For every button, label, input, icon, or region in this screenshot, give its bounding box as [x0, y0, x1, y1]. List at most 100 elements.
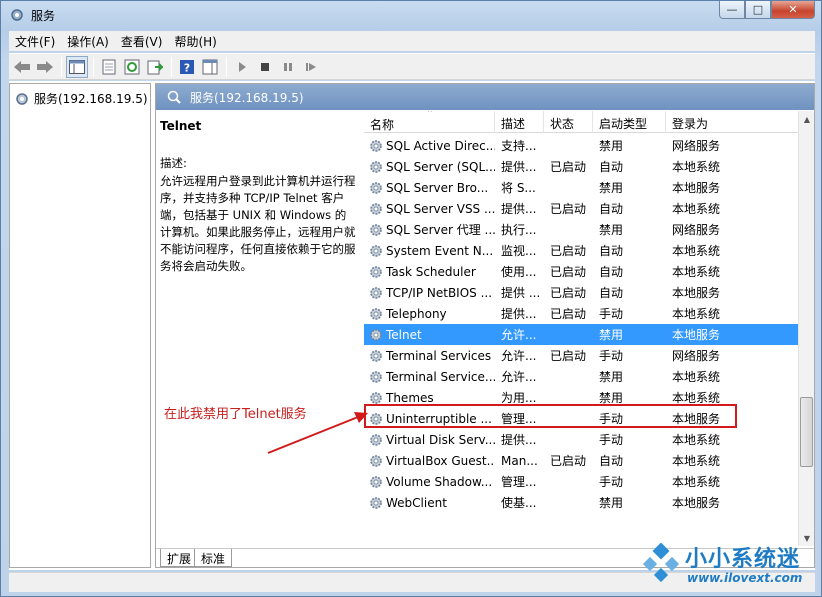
table-row[interactable]: Task Scheduler 使用... 已启动 自动 本地系统: [364, 261, 800, 282]
start-service-button[interactable]: [231, 56, 253, 78]
show-hide-tree-button[interactable]: [66, 55, 88, 78]
table-row[interactable]: Terminal Services 允许... 已启动 手动 网络服务: [364, 345, 800, 366]
service-description-cell: 管理...: [501, 475, 537, 489]
service-description-cell: 提供...: [501, 433, 537, 447]
service-status-cell: 已启动: [550, 349, 587, 363]
services-list: ⌃ 名称 描述 状态 启动类型 登录为 SQL Active Direc... 支持…: [364, 111, 814, 546]
column-header-name[interactable]: ⌃ 名称: [364, 111, 495, 133]
close-button[interactable]: ✕: [771, 1, 815, 19]
table-row[interactable]: Telnet 允许... 禁用 本地服务: [364, 324, 800, 345]
service-startup-type-cell: 手动: [599, 475, 624, 489]
table-row[interactable]: Virtual Disk Serv... 提供... 手动 本地系统: [364, 429, 800, 450]
action-pane-button[interactable]: [199, 56, 221, 78]
column-header-description[interactable]: 描述: [495, 111, 544, 133]
service-name: Task Scheduler: [386, 264, 476, 279]
service-name-cell: SQL Server VSS ...: [364, 201, 495, 217]
column-header-logon-as[interactable]: 登录为: [666, 111, 800, 133]
refresh-icon: [124, 59, 140, 74]
description-label: 描述:: [160, 156, 187, 170]
service-name: SQL Server (SQL...: [386, 159, 495, 174]
console-tree: 服务(192.168.19.5): [9, 83, 151, 568]
service-name-cell: Virtual Disk Serv...: [364, 432, 495, 448]
menu-bar: 文件(F) 操作(A) 查看(V) 帮助(H): [9, 31, 815, 51]
service-name-cell: Terminal Service...: [364, 369, 495, 385]
watermark-logo: 小小系统迷 www.ilovext.com: [641, 541, 819, 595]
service-status-cell: 已启动: [550, 244, 587, 258]
selected-service-title: Telnet: [160, 119, 202, 133]
table-row[interactable]: TCP/IP NetBIOS ... 提供 ... 已启动 自动 本地服务: [364, 282, 800, 303]
service-description-cell: 支持...: [501, 139, 537, 153]
service-name-cell: System Event N...: [364, 243, 495, 259]
service-name: Telnet: [386, 327, 422, 342]
table-row[interactable]: SQL Server Bro... 将 S... 禁用 本地服务: [364, 177, 800, 198]
service-startup-type-cell: 自动: [599, 244, 624, 258]
menu-action[interactable]: 操作(A): [61, 31, 115, 51]
service-description-cell: 提供...: [501, 307, 537, 321]
description-panel: Telnet 描述: 允许远程用户登录到此计算机并运行程序，并支持多种 TCP/…: [156, 111, 360, 546]
column-header-startup-type[interactable]: 启动类型: [593, 111, 666, 133]
service-gear-icon: [370, 139, 382, 152]
scroll-thumb[interactable]: [800, 397, 813, 467]
tree-item-services[interactable]: 服务(192.168.19.5): [14, 90, 148, 107]
menu-file[interactable]: 文件(F): [9, 31, 61, 51]
watermark-url: www.ilovext.com: [687, 571, 803, 585]
service-name-cell: Terminal Services: [364, 348, 495, 364]
service-startup-type-cell: 禁用: [599, 181, 624, 195]
title-bar[interactable]: 服务 — □ ✕: [1, 1, 821, 29]
export-list-button[interactable]: [144, 56, 166, 78]
service-gear-icon: [370, 286, 382, 299]
restart-service-button[interactable]: [300, 56, 322, 78]
table-row[interactable]: Terminal Service... 允许... 禁用 本地系统: [364, 366, 800, 387]
service-name: SQL Active Direc...: [386, 138, 495, 153]
service-name: Terminal Service...: [386, 369, 495, 384]
scroll-up-icon[interactable]: ▲: [799, 111, 815, 127]
toolbar-separator: [61, 56, 62, 77]
table-row[interactable]: Volume Shadow... 管理... 手动 本地系统: [364, 471, 800, 492]
services-window: 服务 — □ ✕ 文件(F) 操作(A) 查看(V) 帮助(H) ? 服务(19…: [0, 0, 822, 597]
pause-icon: [284, 62, 292, 71]
tab-extended[interactable]: 扩展: [160, 549, 199, 567]
maximize-button[interactable]: □: [745, 1, 771, 19]
vertical-scrollbar[interactable]: ▲ ▼: [798, 111, 814, 546]
table-row[interactable]: SQL Server VSS ... 提供... 已启动 自动 本地系统: [364, 198, 800, 219]
table-row[interactable]: Telephony 提供... 已启动 手动 本地系统: [364, 303, 800, 324]
service-gear-icon: [370, 454, 382, 467]
service-logon-cell: 网络服务: [672, 223, 721, 237]
properties-button[interactable]: [98, 56, 120, 78]
table-row[interactable]: VirtualBox Guest... Man... 已启动 自动 本地系统: [364, 450, 800, 471]
service-startup-type-cell: 禁用: [599, 223, 624, 237]
back-button[interactable]: [11, 56, 33, 78]
search-gear-icon: [167, 90, 181, 104]
service-gear-icon: [370, 475, 382, 488]
table-row[interactable]: SQL Active Direc... 支持... 禁用 网络服务: [364, 135, 800, 156]
service-startup-type-cell: 自动: [599, 286, 624, 300]
service-name-cell: TCP/IP NetBIOS ...: [364, 285, 495, 301]
stop-service-button[interactable]: [254, 56, 276, 78]
toolbar-separator: [93, 56, 94, 77]
table-row[interactable]: System Event N... 监视... 已启动 自动 本地系统: [364, 240, 800, 261]
service-logon-cell: 网络服务: [672, 349, 721, 363]
forward-button[interactable]: [34, 56, 56, 78]
help-button[interactable]: ?: [176, 56, 198, 78]
minimize-button[interactable]: —: [719, 1, 745, 19]
service-status-cell: 已启动: [550, 202, 587, 216]
service-name-cell: SQL Server (SQL...: [364, 159, 495, 175]
service-name: TCP/IP NetBIOS ...: [386, 285, 493, 300]
tab-standard[interactable]: 标准: [194, 549, 233, 567]
table-row[interactable]: SQL Server (SQL... 提供... 已启动 自动 本地系统: [364, 156, 800, 177]
pause-service-button[interactable]: [277, 56, 299, 78]
table-row[interactable]: SQL Server 代理 ... 执行... 禁用 网络服务: [364, 219, 800, 240]
table-row[interactable]: WebClient 使基... 禁用 本地服务: [364, 492, 800, 513]
menu-help[interactable]: 帮助(H): [168, 31, 222, 51]
column-header-status[interactable]: 状态: [544, 111, 593, 133]
service-logon-cell: 本地服务: [672, 328, 721, 342]
services-gear-icon: [11, 9, 23, 21]
export-icon: [147, 60, 163, 74]
service-description-cell: 允许...: [501, 370, 537, 384]
forward-arrow-icon: [37, 60, 53, 73]
service-name-cell: Telephony: [364, 306, 495, 322]
refresh-button[interactable]: [121, 56, 143, 78]
telnet-highlight-box: [364, 404, 737, 428]
menu-view[interactable]: 查看(V): [115, 31, 169, 51]
service-startup-type-cell: 自动: [599, 265, 624, 279]
